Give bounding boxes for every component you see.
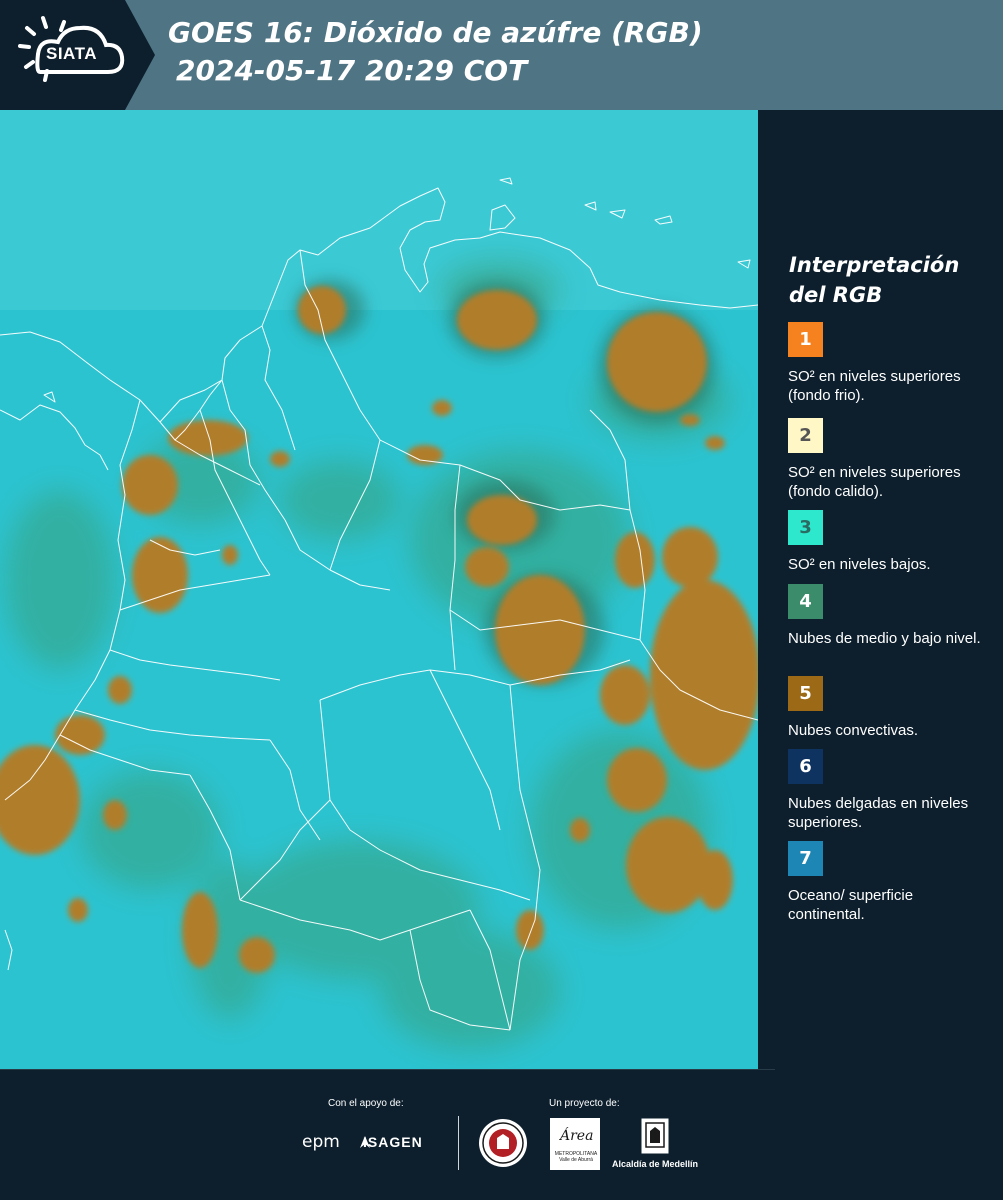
page-timestamp: 2024-05-17 20:29 COT bbox=[176, 54, 528, 87]
legend-item-1: 1 SO² en niveles superiores (fondo frio)… bbox=[788, 322, 988, 405]
area-metropolitana-logo: Área METROPOLITANA Valle de Aburrá bbox=[550, 1118, 600, 1170]
legend-number-6: 6 bbox=[799, 756, 812, 777]
legend-label-7: Oceano/ superficie continental. bbox=[788, 887, 914, 923]
legend-item-6: 6 Nubes delgadas en niveles superiores. bbox=[788, 749, 988, 832]
footer: Con el apoyo de: Un proyecto de: epm ISA… bbox=[0, 1069, 1003, 1200]
legend-label-6: Nubes delgadas en niveles superiores. bbox=[788, 795, 969, 831]
legend-swatch-4: 4 bbox=[788, 584, 823, 619]
epm-logo: epm bbox=[302, 1132, 340, 1152]
legend-number-3: 3 bbox=[799, 517, 812, 538]
legend-label-5: Nubes convectivas. bbox=[788, 722, 919, 739]
logo-divider bbox=[458, 1116, 459, 1170]
siata-logo: SIATA bbox=[0, 0, 155, 110]
legend-swatch-6: 6 bbox=[788, 749, 823, 784]
legend-swatch-2: 2 bbox=[788, 418, 823, 453]
legend-item-3: 3 SO² en niveles bajos. bbox=[788, 510, 988, 574]
isagen-logo: ISAGEN bbox=[363, 1134, 423, 1150]
satellite-map bbox=[0, 110, 758, 1070]
legend-number-7: 7 bbox=[799, 848, 812, 869]
project-label: Un proyecto de: bbox=[549, 1098, 620, 1109]
page-title: GOES 16: Dióxido de azúfre (RGB) bbox=[168, 16, 703, 49]
legend-number-2: 2 bbox=[799, 425, 812, 446]
legend-swatch-5: 5 bbox=[788, 676, 823, 711]
support-label: Con el apoyo de: bbox=[328, 1098, 404, 1109]
legend-label-2: SO² en niveles superiores (fondo calido)… bbox=[788, 464, 961, 500]
legend-swatch-3: 3 bbox=[788, 510, 823, 545]
header-bar: SIATA GOES 16: Dióxido de azúfre (RGB) 2… bbox=[0, 0, 1003, 110]
legend-title: Interpretación del RGB bbox=[789, 253, 960, 307]
legend-item-2: 2 SO² en niveles superiores (fondo calid… bbox=[788, 418, 988, 501]
legend-swatch-7: 7 bbox=[788, 841, 823, 876]
university-seal-icon bbox=[479, 1119, 527, 1167]
legend-item-4: 4 Nubes de medio y bajo nivel. bbox=[788, 584, 988, 648]
alcaldia-crest-icon bbox=[641, 1118, 669, 1154]
legend-item-5: 5 Nubes convectivas. bbox=[788, 676, 988, 740]
legend-panel: Interpretación del RGB 1 SO² en niveles … bbox=[758, 110, 1003, 1070]
alcaldia-label: Alcaldía de Medellín bbox=[612, 1159, 699, 1169]
legend-swatch-1: 1 bbox=[788, 322, 823, 357]
area-logo-subtext: METROPOLITANA Valle de Aburrá bbox=[554, 1151, 598, 1163]
legend-label-3: SO² en niveles bajos. bbox=[788, 556, 931, 573]
legend-label-1: SO² en niveles superiores (fondo frio). bbox=[788, 368, 961, 404]
legend-item-7: 7 Oceano/ superficie continental. bbox=[788, 841, 988, 924]
legend-number-4: 4 bbox=[799, 591, 812, 612]
legend-number-5: 5 bbox=[799, 683, 812, 704]
footer-divider bbox=[0, 1069, 775, 1070]
legend-label-4: Nubes de medio y bajo nivel. bbox=[788, 630, 981, 647]
siata-logo-text: SIATA bbox=[46, 44, 97, 63]
area-logo-text: Área bbox=[560, 1128, 594, 1144]
legend-number-1: 1 bbox=[799, 329, 812, 350]
